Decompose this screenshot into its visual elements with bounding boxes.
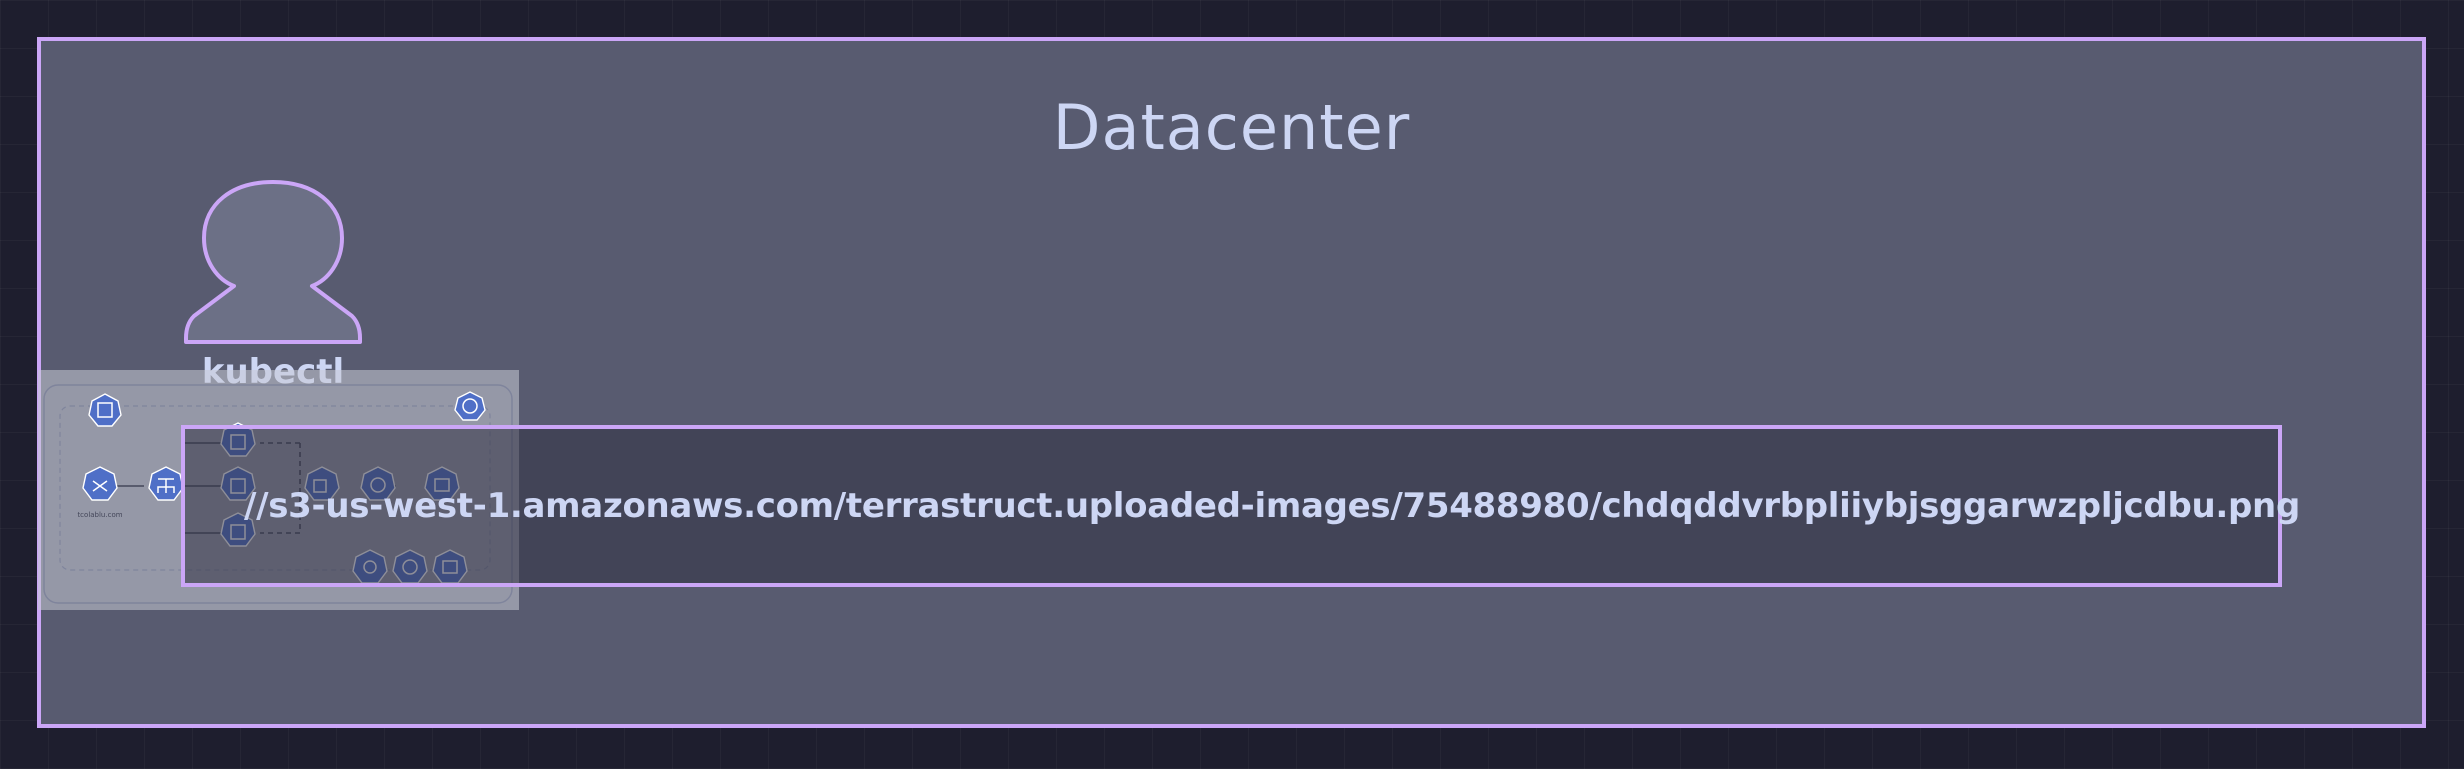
embedded-caption: tcolablu.com <box>77 511 122 519</box>
diagram-canvas: Datacenter kubectl <box>0 0 2464 769</box>
kubectl-person-icon[interactable] <box>184 178 362 346</box>
datacenter-label: Datacenter <box>1052 91 1411 164</box>
image-node-label: //s3-us-west-1.amazonaws.com/terrastruct… <box>244 486 2300 526</box>
